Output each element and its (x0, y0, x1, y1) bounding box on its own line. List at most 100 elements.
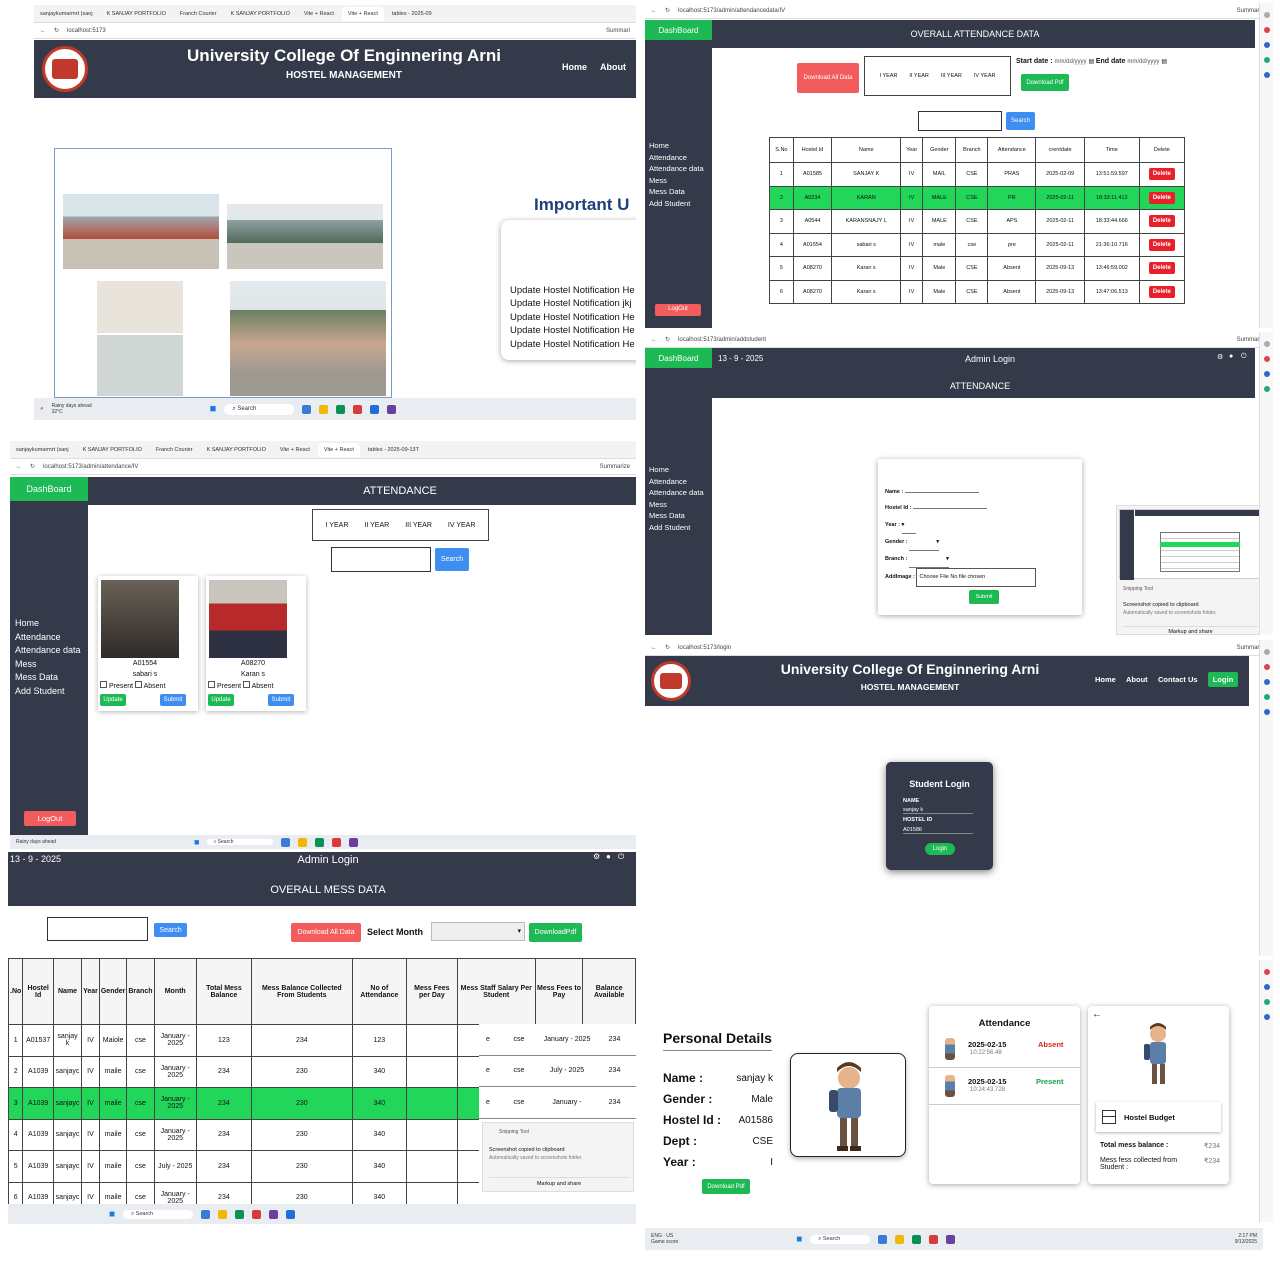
login-submit-button[interactable]: Login (925, 843, 955, 855)
bell-icon[interactable]: ● (1229, 353, 1233, 360)
logout-button[interactable]: LogOut (655, 304, 701, 316)
browser-tab[interactable]: sanjaykumarmrt (sanj (34, 7, 99, 21)
search-button[interactable]: Search (1006, 112, 1035, 130)
sidebar-app-icon[interactable] (1263, 679, 1270, 685)
taskbar-search[interactable]: ⌕ Search (123, 1209, 194, 1219)
taskbar-app-icon[interactable] (912, 1234, 922, 1244)
address-bar[interactable]: ← ↻ localhost:5173/admin/addstudent Summ… (645, 332, 1273, 348)
year-select[interactable]: Year : ▾ (885, 517, 1036, 534)
windows-start-icon[interactable]: ■ (109, 1209, 115, 1220)
browser-tab[interactable]: K SANJAY PORTFOLIO (201, 443, 272, 457)
delete-button[interactable]: Delete (1148, 262, 1175, 275)
browser-tab[interactable]: Vite + React (274, 443, 316, 457)
name-input[interactable]: sanjay k (903, 807, 973, 814)
update-button[interactable]: Update (208, 694, 234, 706)
taskbar-search[interactable]: ⌕ Search (207, 839, 274, 845)
browser-tab-active[interactable]: Vite + React (317, 442, 360, 457)
address-bar[interactable]: ← ↻ localhost:5173/login Summarize (645, 640, 1273, 656)
download-all-button[interactable]: Download All Data (797, 63, 859, 93)
download-pdf-button[interactable]: Download Pdf (1021, 74, 1069, 91)
taskbar-app-icon[interactable] (235, 1209, 245, 1219)
taskbar-app-icon[interactable] (302, 404, 312, 414)
browser-tab[interactable]: Vite + React (298, 7, 340, 21)
year-option[interactable]: IV YEAR (974, 73, 996, 79)
sidebar-item-mess-data[interactable]: Mess Data (649, 510, 708, 522)
markup-share-button[interactable]: Markup and share (1123, 626, 1258, 635)
year-option[interactable]: IV YEAR (448, 522, 476, 529)
taskbar-app-icon[interactable] (281, 837, 291, 847)
address-bar[interactable]: ← ↻ localhost:5173/admin/attendancedata/… (645, 3, 1273, 19)
download-pdf-button[interactable]: DownloadPdf (529, 923, 582, 942)
branch-select[interactable]: Branch : ▾ (885, 551, 1036, 569)
browser-tab[interactable]: K SANJAY PORTFOLIO (77, 443, 148, 457)
sidebar-app-icon[interactable] (1263, 694, 1270, 700)
nav-contact-us[interactable]: Contact Us (1158, 675, 1198, 684)
taskbar-app-icon[interactable] (353, 404, 363, 414)
taskbar-app-icon[interactable] (370, 404, 380, 414)
gear-icon[interactable]: ⚙ (593, 852, 600, 861)
delete-button[interactable]: Delete (1148, 238, 1175, 251)
search-button[interactable]: Search (154, 923, 187, 937)
back-icon[interactable]: ← (16, 464, 22, 470)
year-option[interactable]: III YEAR (405, 522, 432, 529)
sidebar-app-icon[interactable] (1263, 356, 1270, 362)
sidebar-item-home[interactable]: Home (15, 617, 83, 631)
present-checkbox[interactable] (208, 681, 215, 688)
download-pdf-button[interactable]: Download Pdf (702, 1179, 750, 1194)
sidebar-app-icon[interactable] (1263, 984, 1270, 990)
gender-select[interactable]: Gender : ▾ (885, 534, 1036, 552)
hostel-id-field[interactable]: Hostel Id : (885, 500, 1036, 516)
browser-tab[interactable]: Franch Courier (174, 7, 223, 21)
summarize-button[interactable]: Summari (606, 28, 630, 34)
reload-icon[interactable]: ↻ (665, 7, 670, 14)
sidebar-item-mess-data[interactable]: Mess Data (15, 671, 83, 685)
sidebar-item-attendance-data[interactable]: Attendance data (649, 163, 708, 175)
reload-icon[interactable]: ↻ (665, 336, 670, 343)
sidebar-app-icon[interactable] (1263, 1014, 1270, 1020)
taskbar-app-icon[interactable] (298, 837, 308, 847)
sidebar-app-icon[interactable] (1263, 371, 1270, 377)
dashboard-button[interactable]: DashBoard (645, 20, 712, 40)
search-input[interactable] (47, 917, 148, 941)
sidebar-app-icon[interactable] (1263, 649, 1270, 655)
year-option[interactable]: II YEAR (364, 522, 389, 529)
name-field[interactable]: Name : (885, 484, 1036, 500)
submit-button[interactable]: Submit (160, 694, 186, 706)
year-option[interactable]: II YEAR (909, 73, 928, 79)
back-icon[interactable]: ← (651, 645, 657, 651)
reload-icon[interactable]: ↻ (665, 644, 670, 651)
address-bar[interactable]: ← ↻ localhost:5173/admin/attendance/IV S… (10, 459, 636, 475)
taskbar-app-icon[interactable] (252, 1209, 262, 1219)
search-input[interactable] (331, 547, 431, 572)
delete-button[interactable]: Delete (1148, 168, 1175, 181)
update-button[interactable]: Update (100, 694, 126, 706)
browser-tab[interactable]: tables - 2025-09 (386, 7, 438, 21)
power-icon[interactable]: ⏻ (618, 852, 624, 862)
sidebar-app-icon[interactable] (1263, 341, 1270, 347)
windows-start-icon[interactable]: ■ (210, 403, 217, 415)
sidebar-item-add-student[interactable]: Add Student (649, 522, 708, 534)
taskbar-app-icon[interactable] (319, 404, 329, 414)
sidebar-item-attendance[interactable]: Attendance (15, 631, 83, 645)
taskbar-search[interactable]: ⌕ Search (810, 1234, 871, 1244)
sidebar-item-mess[interactable]: Mess (649, 175, 708, 187)
gear-icon[interactable]: ⚙ (1217, 353, 1223, 361)
browser-tab[interactable]: sanjaykumarmrt (sanj (10, 443, 75, 457)
back-icon[interactable]: ← (40, 28, 46, 34)
search-input[interactable] (918, 111, 1002, 131)
month-select[interactable]: ▾ (431, 922, 525, 941)
sidebar-app-icon[interactable] (1263, 42, 1270, 48)
summarize-button[interactable]: Summarize (600, 464, 630, 470)
absent-checkbox[interactable] (243, 681, 251, 688)
back-arrow-icon[interactable]: ← (1092, 1009, 1102, 1020)
taskbar-app-icon[interactable] (269, 1209, 279, 1219)
sidebar-item-home[interactable]: Home (649, 464, 708, 476)
bell-icon[interactable]: ● (606, 852, 611, 861)
nav-home[interactable]: Home (1095, 675, 1116, 684)
sidebar-app-icon[interactable] (1263, 27, 1270, 33)
taskbar-app-icon[interactable] (201, 1209, 211, 1219)
sidebar-item-mess[interactable]: Mess (15, 658, 83, 672)
taskbar-app-icon[interactable] (349, 837, 359, 847)
sidebar-item-add-student[interactable]: Add Student (649, 198, 708, 210)
sidebar-item-mess-data[interactable]: Mess Data (649, 186, 708, 198)
